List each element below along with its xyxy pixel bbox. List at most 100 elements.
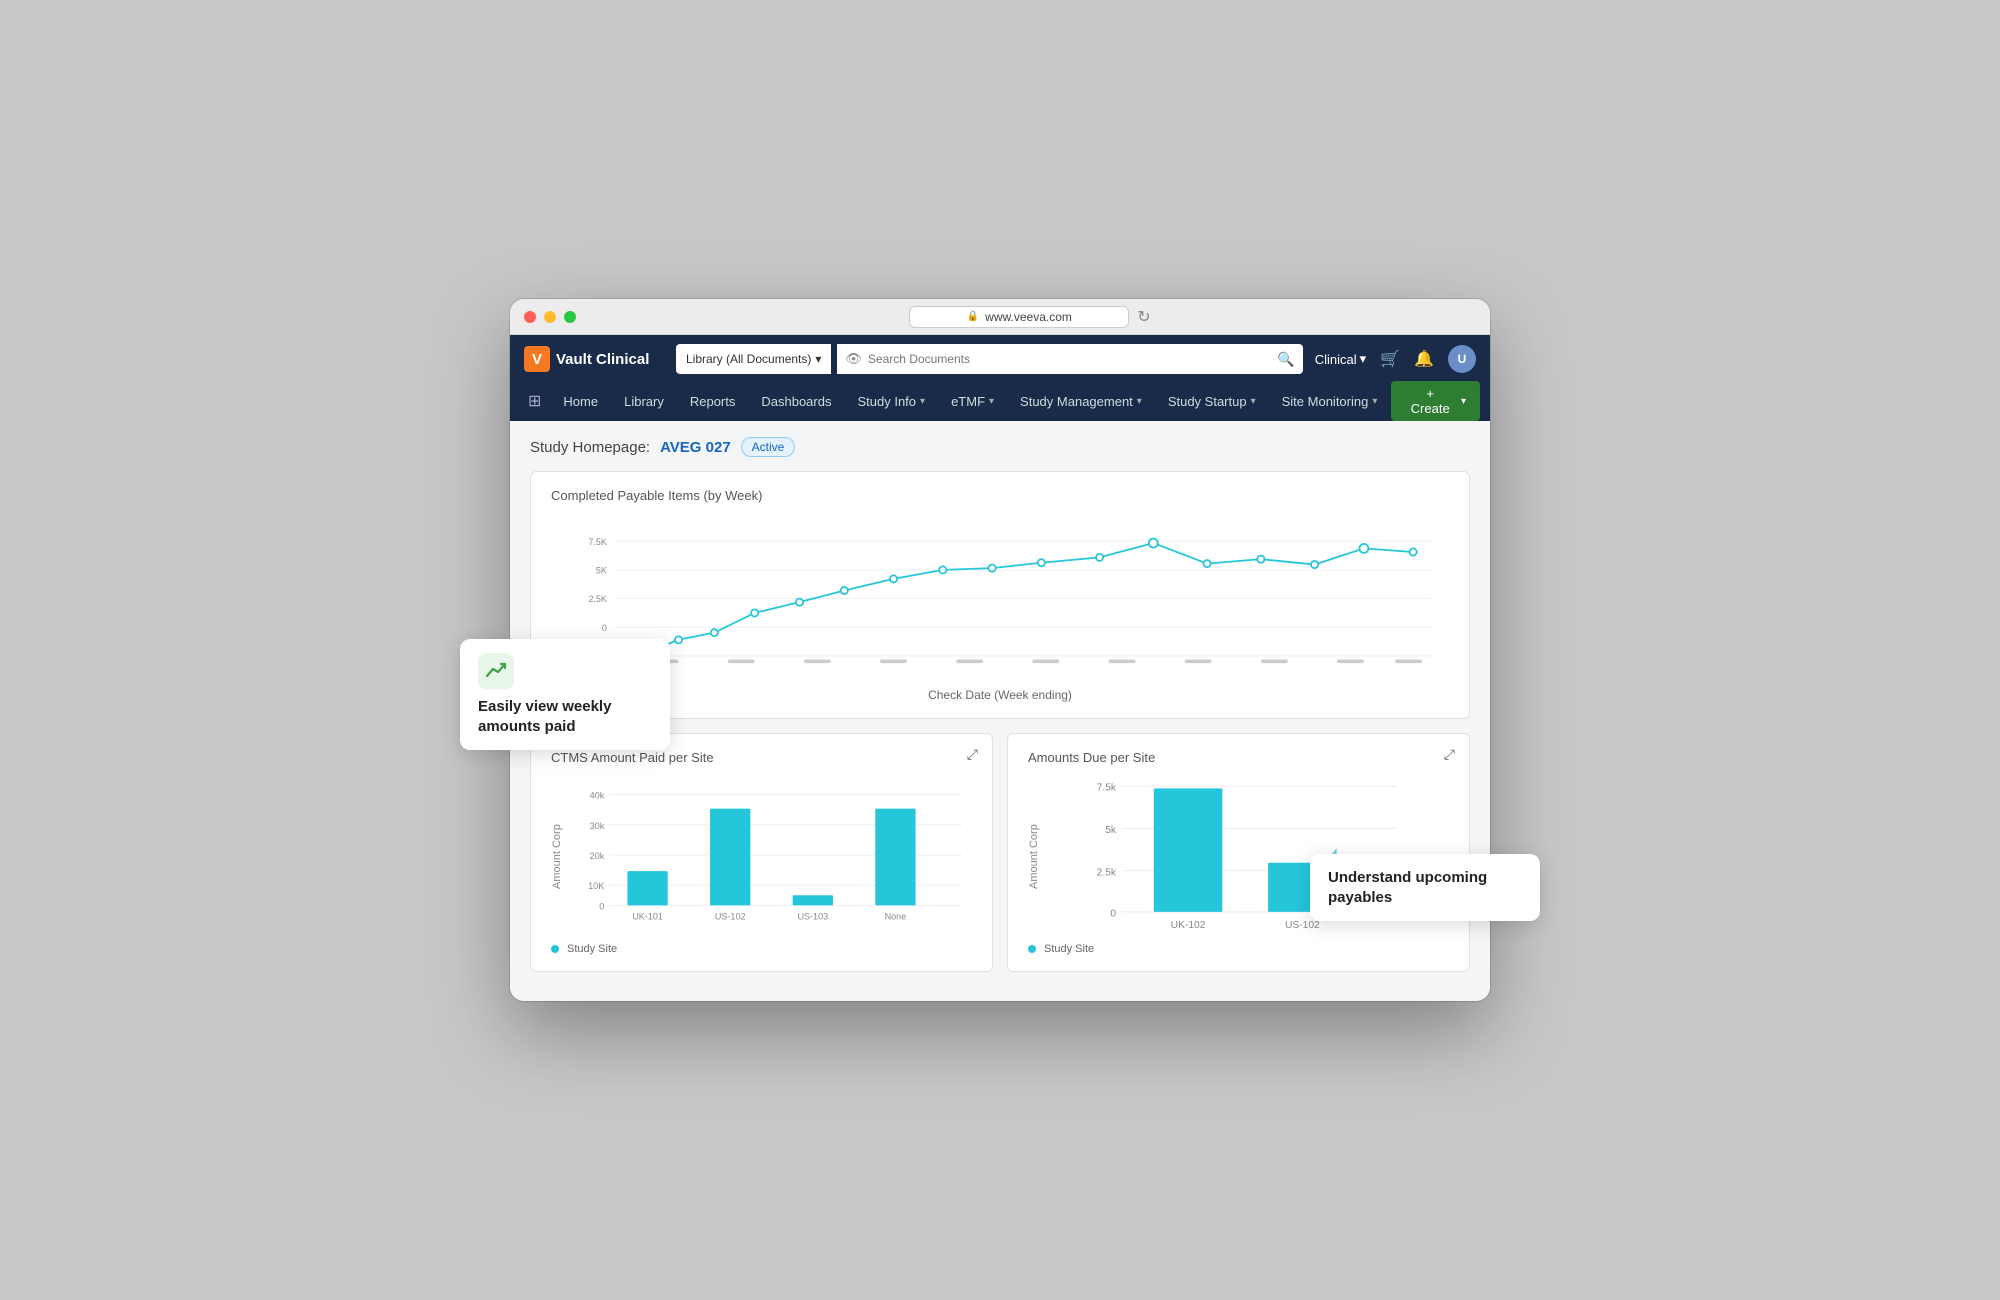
clinical-chevron-icon: ▾ (1360, 351, 1367, 367)
search-input-wrap: 👁 🔍 (837, 344, 1302, 374)
line-data-point (939, 566, 946, 573)
svg-text:US-103: US-103 (797, 911, 828, 921)
nav-site-monitoring[interactable]: Site Monitoring ▾ (1270, 388, 1390, 415)
bar-right-y-label: Amount Corp (1028, 777, 1040, 937)
library-chevron-icon: ▾ (815, 352, 821, 366)
study-management-chevron: ▾ (1137, 396, 1142, 407)
expand-left-icon[interactable]: ⤢ (967, 746, 978, 763)
bar-left-svg: 40k 30k 20k 10K 0 (569, 777, 972, 937)
svg-text:30k: 30k (590, 821, 605, 831)
bar-chart-left-title: CTMS Amount Paid per Site (551, 750, 972, 765)
bar-right-legend: Study Site (1028, 943, 1449, 955)
svg-text:0: 0 (599, 901, 604, 911)
url-bar: 🔒 www.veeva.com ↻ (584, 306, 1476, 328)
svg-text:2.5k: 2.5k (1097, 867, 1117, 878)
line-data-point (751, 609, 758, 616)
svg-text:10K: 10K (588, 881, 604, 891)
bottom-charts-row: CTMS Amount Paid per Site ⤢ Amount Corp (530, 733, 1470, 972)
nav-etmf[interactable]: eTMF ▾ (939, 388, 1006, 415)
grid-icon-button[interactable]: ⊞ (520, 391, 549, 411)
svg-text:7.5k: 7.5k (1097, 783, 1117, 794)
library-dropdown[interactable]: Library (All Documents) ▾ (676, 344, 831, 374)
nav-study-startup[interactable]: Study Startup ▾ (1156, 388, 1268, 415)
line-chart-svg: 7.5K 5K 2.5K 0 (571, 515, 1449, 675)
bar-left-y-label: Amount Corp (551, 777, 563, 937)
line-chart-card: Completed Payable Items (by Week) Amo... (530, 471, 1470, 719)
svg-text:5K: 5K (596, 565, 607, 575)
expand-right-icon[interactable]: ⤢ (1444, 746, 1455, 763)
refresh-button[interactable]: ↻ (1137, 307, 1150, 327)
tooltip-left: Easily view weekly amounts paid (460, 639, 670, 750)
bar-right-uk102 (1154, 788, 1223, 911)
nav-reports[interactable]: Reports (678, 388, 748, 415)
line-data-point (1204, 560, 1211, 567)
study-startup-chevron: ▾ (1251, 396, 1256, 407)
bar-us102 (710, 809, 750, 906)
search-input[interactable] (868, 352, 1271, 366)
library-dropdown-label: Library (All Documents) (686, 352, 811, 366)
line-data-point (1410, 548, 1417, 555)
clinical-label: Clinical (1315, 352, 1357, 367)
legend-dot-left (551, 945, 559, 953)
line-data-point (796, 599, 803, 606)
nav-study-info-label: Study Info (857, 394, 916, 409)
tooltip-left-text: Easily view weekly amounts paid (478, 697, 652, 736)
x-axis-label: Check Date (Week ending) (551, 688, 1449, 702)
study-info-chevron: ▾ (920, 396, 925, 407)
binoculars-icon: 👁 (845, 351, 862, 367)
svg-text:40k: 40k (590, 791, 605, 801)
lock-icon: 🔒 (967, 311, 979, 322)
line-data-point (675, 636, 682, 643)
legend-label-right: Study Site (1044, 943, 1094, 955)
bar-chart-right-title: Amounts Due per Site (1028, 750, 1449, 765)
title-bar: 🔒 www.veeva.com ↻ (510, 299, 1490, 335)
create-label: + Create (1405, 386, 1455, 416)
line-data-point (1096, 554, 1103, 561)
site-monitoring-chevron: ▾ (1372, 396, 1377, 407)
line-data-point (1257, 556, 1264, 563)
nav-home-label: Home (563, 394, 598, 409)
nav-library[interactable]: Library (612, 388, 676, 415)
line-data-point-peak (1149, 539, 1158, 548)
svg-text:2.5K: 2.5K (588, 594, 606, 604)
line-data-point (1311, 561, 1318, 568)
header-right: Clinical ▾ 🛒 🔔 U (1315, 345, 1476, 373)
legend-dot-right (1028, 945, 1036, 953)
line-chart-title: Completed Payable Items (by Week) (551, 488, 1449, 503)
nav-study-management-label: Study Management (1020, 394, 1133, 409)
nav-dashboards[interactable]: Dashboards (749, 388, 843, 415)
cart-button[interactable]: 🛒 (1380, 349, 1400, 369)
bar-chart-left-card: CTMS Amount Paid per Site ⤢ Amount Corp (530, 733, 993, 972)
nav-study-management[interactable]: Study Management ▾ (1008, 388, 1154, 415)
line-data-point (711, 629, 718, 636)
bar-uk101 (627, 871, 667, 905)
nav-bar: ⊞ Home Library Reports Dashboards Study … (510, 383, 1490, 421)
nav-etmf-label: eTMF (951, 394, 985, 409)
avatar[interactable]: U (1448, 345, 1476, 373)
page-title-row: Study Homepage: AVEG 027 Active (530, 437, 1470, 457)
url-pill: 🔒 www.veeva.com (909, 306, 1129, 328)
bar-left-inner: 40k 30k 20k 10K 0 (569, 777, 972, 937)
nav-home[interactable]: Home (551, 388, 610, 415)
dot-yellow[interactable] (544, 311, 556, 323)
svg-text:7.5K: 7.5K (588, 537, 606, 547)
dot-green[interactable] (564, 311, 576, 323)
search-area: Library (All Documents) ▾ 👁 🔍 (676, 344, 1303, 374)
bar-chart-left-wrap: Amount Corp 40k 30k (551, 777, 972, 937)
legend-label-left: Study Site (567, 943, 617, 955)
svg-text:UK-102: UK-102 (1171, 920, 1206, 931)
line-data-point (1038, 559, 1045, 566)
app-title: Vault Clinical (556, 351, 649, 368)
search-button[interactable]: 🔍 (1277, 351, 1294, 368)
bar-us103 (793, 895, 833, 905)
nav-study-info[interactable]: Study Info ▾ (845, 388, 937, 415)
svg-text:US-102: US-102 (1285, 920, 1320, 931)
create-button[interactable]: + Create ▾ (1391, 381, 1480, 421)
clinical-dropdown[interactable]: Clinical ▾ (1315, 351, 1366, 367)
bell-button[interactable]: 🔔 (1414, 349, 1434, 369)
line-data-point (890, 575, 897, 582)
line-data-point (841, 587, 848, 594)
svg-text:US-102: US-102 (715, 911, 746, 921)
bar-left-legend: Study Site (551, 943, 972, 955)
dot-red[interactable] (524, 311, 536, 323)
